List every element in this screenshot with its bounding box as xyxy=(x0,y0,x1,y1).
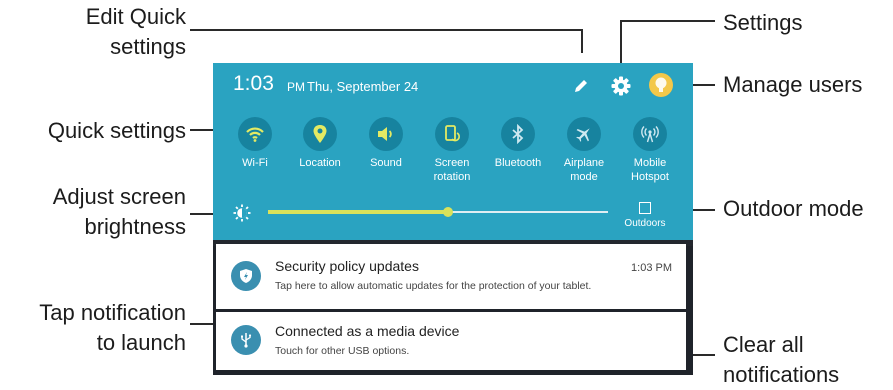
callout-text: Adjust screen xyxy=(52,184,186,209)
outdoors-checkbox xyxy=(639,202,651,214)
quick-setting-label: Hotspot xyxy=(631,171,669,183)
bluetooth-toggle xyxy=(501,117,535,151)
manage-users-button[interactable] xyxy=(649,73,673,97)
quick-setting-label: Airplane xyxy=(563,157,605,169)
leader-line-edit xyxy=(581,29,583,53)
brightness-icon xyxy=(233,204,251,222)
quick-setting-label: rotation xyxy=(433,171,471,183)
callout-tap-notification: Tap notification to launch xyxy=(0,298,186,358)
hotspot-toggle xyxy=(633,117,667,151)
notification-subtitle: Tap here to allow automatic updates for … xyxy=(275,280,592,292)
callout-manage-users: Manage users xyxy=(723,72,863,97)
user-avatar-icon xyxy=(655,77,667,92)
settings-button[interactable] xyxy=(610,75,632,97)
location-toggle xyxy=(303,117,337,151)
callout-text: settings xyxy=(110,34,186,59)
quick-setting-airplane-mode[interactable]: Airplane mode xyxy=(556,117,612,184)
usb-icon xyxy=(241,333,252,348)
quick-setting-wifi[interactable]: Wi-Fi xyxy=(227,117,283,170)
callout-outdoor-mode: Outdoor mode xyxy=(723,196,864,221)
sound-icon xyxy=(378,127,392,141)
callout-text: brightness xyxy=(84,214,186,239)
screen-rotation-icon xyxy=(445,125,460,142)
bluetooth-icon xyxy=(512,124,524,144)
leader-line-edit xyxy=(190,29,581,31)
quick-setting-label: Mobile xyxy=(633,157,667,169)
notification-icon xyxy=(231,325,261,355)
quick-setting-label: Bluetooth xyxy=(494,157,542,169)
leader-line-settings xyxy=(620,20,715,22)
brightness-slider-fill xyxy=(268,210,449,214)
callout-text: notifications xyxy=(723,362,840,387)
status-date: Thu, September 24 xyxy=(307,79,419,94)
notification-subtitle: Touch for other USB options. xyxy=(275,345,410,357)
notification-time: 1:03 PM xyxy=(631,262,672,274)
gear-icon xyxy=(611,76,631,96)
callout-text: to launch xyxy=(96,330,186,355)
callout-adjust-brightness: Adjust screen brightness xyxy=(0,182,186,242)
notification-panel: 1:03 PM Thu, September 24 Wi-Fi Location… xyxy=(213,63,693,240)
pencil-icon xyxy=(575,80,587,92)
callout-clear-all: Clear all notifications xyxy=(723,330,839,390)
notification-title: Connected as a media device xyxy=(275,323,460,339)
wifi-icon xyxy=(246,127,264,142)
status-time: 1:03 xyxy=(233,72,274,95)
shield-icon xyxy=(240,269,252,283)
brightness-slider[interactable] xyxy=(268,207,608,217)
brightness-icon-button[interactable] xyxy=(233,204,251,222)
callout-edit-quick-settings: Edit Quick settings xyxy=(40,2,186,62)
quick-setting-label: Location xyxy=(299,157,341,169)
notification-title: Security policy updates xyxy=(275,258,419,274)
callout-text: Clear all xyxy=(723,332,804,357)
callout-text: Edit Quick xyxy=(85,4,186,29)
location-icon xyxy=(313,125,327,143)
wifi-toggle xyxy=(238,117,272,151)
edit-quick-settings-button[interactable] xyxy=(571,76,591,96)
quick-setting-label: Wi-Fi xyxy=(242,157,268,169)
tablet-screen: 1:03 PM Thu, September 24 Wi-Fi Location… xyxy=(213,63,693,375)
quick-setting-label: Sound xyxy=(370,157,402,169)
hotspot-icon xyxy=(641,126,659,143)
quick-setting-bluetooth[interactable]: Bluetooth xyxy=(490,117,546,170)
quick-setting-location[interactable]: Location xyxy=(292,117,348,170)
quick-setting-screen-rotation[interactable]: Screen rotation xyxy=(424,117,480,184)
airplane-toggle xyxy=(567,117,601,151)
outdoors-button[interactable]: Outdoors xyxy=(615,202,675,236)
sound-toggle xyxy=(369,117,403,151)
screen-rotation-toggle xyxy=(435,117,469,151)
callout-text: Tap notification xyxy=(39,300,186,325)
notification-icon xyxy=(231,261,261,291)
notification-security-policy[interactable]: Security policy updates Tap here to allo… xyxy=(216,244,686,309)
quick-setting-sound[interactable]: Sound xyxy=(358,117,414,170)
notification-media-device[interactable]: Connected as a media device Touch for ot… xyxy=(216,312,686,370)
leader-line-settings xyxy=(620,20,622,66)
callout-quick-settings: Quick settings xyxy=(47,118,186,143)
outdoors-label: Outdoors xyxy=(624,218,666,229)
status-ampm: PM xyxy=(287,80,305,94)
callout-settings: Settings xyxy=(723,10,803,35)
brightness-slider-thumb[interactable] xyxy=(443,207,454,217)
airplane-icon xyxy=(576,128,590,142)
quick-setting-mobile-hotspot[interactable]: Mobile Hotspot xyxy=(622,117,678,184)
quick-setting-label: mode xyxy=(570,171,598,183)
quick-setting-label: Screen xyxy=(434,157,470,169)
